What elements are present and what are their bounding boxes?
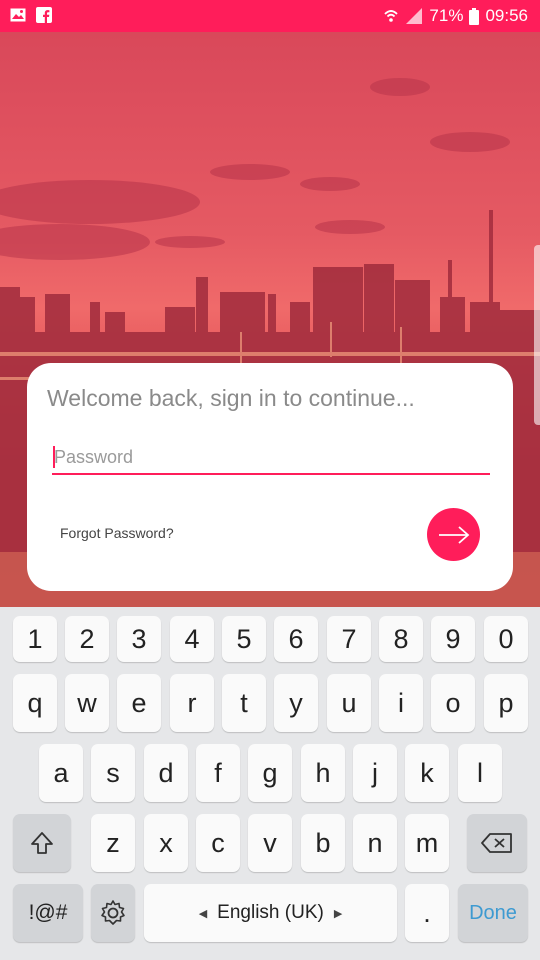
- image-icon: [10, 8, 26, 22]
- key-p[interactable]: p: [484, 674, 528, 732]
- forgot-password-link[interactable]: Forgot Password?: [60, 525, 174, 541]
- backspace-key[interactable]: [467, 814, 527, 872]
- wifi-icon: [384, 10, 399, 22]
- key-h[interactable]: h: [301, 744, 345, 802]
- done-key[interactable]: Done: [458, 884, 528, 942]
- settings-key[interactable]: [91, 884, 135, 942]
- key-u[interactable]: u: [327, 674, 371, 732]
- key-8[interactable]: 8: [379, 616, 423, 662]
- text-cursor: [53, 446, 55, 468]
- key-i[interactable]: i: [379, 674, 423, 732]
- key-m[interactable]: m: [405, 814, 449, 872]
- backspace-icon: [481, 833, 512, 853]
- facebook-icon: [36, 7, 52, 23]
- key-f[interactable]: f: [196, 744, 240, 802]
- key-1[interactable]: 1: [13, 616, 57, 662]
- clock: 09:56: [485, 6, 528, 25]
- key-s[interactable]: s: [91, 744, 135, 802]
- key-b[interactable]: b: [301, 814, 345, 872]
- key-t[interactable]: t: [222, 674, 266, 732]
- key-j[interactable]: j: [353, 744, 397, 802]
- signal-icon: [406, 8, 423, 24]
- edge-panel-handle[interactable]: [534, 245, 540, 425]
- password-input[interactable]: [52, 441, 490, 475]
- key-l[interactable]: l: [458, 744, 502, 802]
- key-7[interactable]: 7: [327, 616, 371, 662]
- key-w[interactable]: w: [65, 674, 109, 732]
- key-e[interactable]: e: [117, 674, 161, 732]
- shift-key[interactable]: [13, 814, 71, 872]
- key-9[interactable]: 9: [431, 616, 475, 662]
- key-c[interactable]: c: [196, 814, 240, 872]
- key-y[interactable]: y: [274, 674, 318, 732]
- arrow-right-icon: [438, 525, 469, 544]
- battery-percent: 71%: [429, 6, 464, 25]
- symbols-key[interactable]: !@#: [13, 884, 83, 942]
- key-k[interactable]: k: [405, 744, 449, 802]
- key-q[interactable]: q: [13, 674, 57, 732]
- period-key[interactable]: .: [405, 884, 449, 942]
- key-d[interactable]: d: [144, 744, 188, 802]
- shift-icon: [31, 832, 53, 854]
- key-o[interactable]: o: [431, 674, 475, 732]
- battery-icon: [469, 7, 480, 25]
- sign-in-button[interactable]: [427, 508, 480, 561]
- space-key-label: English (UK): [217, 902, 324, 923]
- chevron-left-icon: ◀: [198, 907, 208, 920]
- key-3[interactable]: 3: [117, 616, 161, 662]
- on-screen-keyboard: 1 2 3 4 5 6 7 8 9 0 q w e r t y u i o p …: [0, 607, 540, 960]
- key-6[interactable]: 6: [274, 616, 318, 662]
- login-card: Welcome back, sign in to continue... For…: [27, 363, 513, 591]
- key-g[interactable]: g: [248, 744, 292, 802]
- welcome-text: Welcome back, sign in to continue...: [47, 385, 415, 411]
- key-a[interactable]: a: [39, 744, 83, 802]
- chevron-right-icon: ▶: [333, 907, 343, 920]
- gear-icon: [101, 900, 125, 925]
- space-key[interactable]: ◀ English (UK) ▶: [144, 884, 397, 942]
- key-v[interactable]: v: [248, 814, 292, 872]
- key-2[interactable]: 2: [65, 616, 109, 662]
- key-0[interactable]: 0: [484, 616, 528, 662]
- status-bar: 71% 09:56: [0, 0, 540, 32]
- key-r[interactable]: r: [170, 674, 214, 732]
- key-5[interactable]: 5: [222, 616, 266, 662]
- key-n[interactable]: n: [353, 814, 397, 872]
- key-x[interactable]: x: [144, 814, 188, 872]
- key-z[interactable]: z: [91, 814, 135, 872]
- key-4[interactable]: 4: [170, 616, 214, 662]
